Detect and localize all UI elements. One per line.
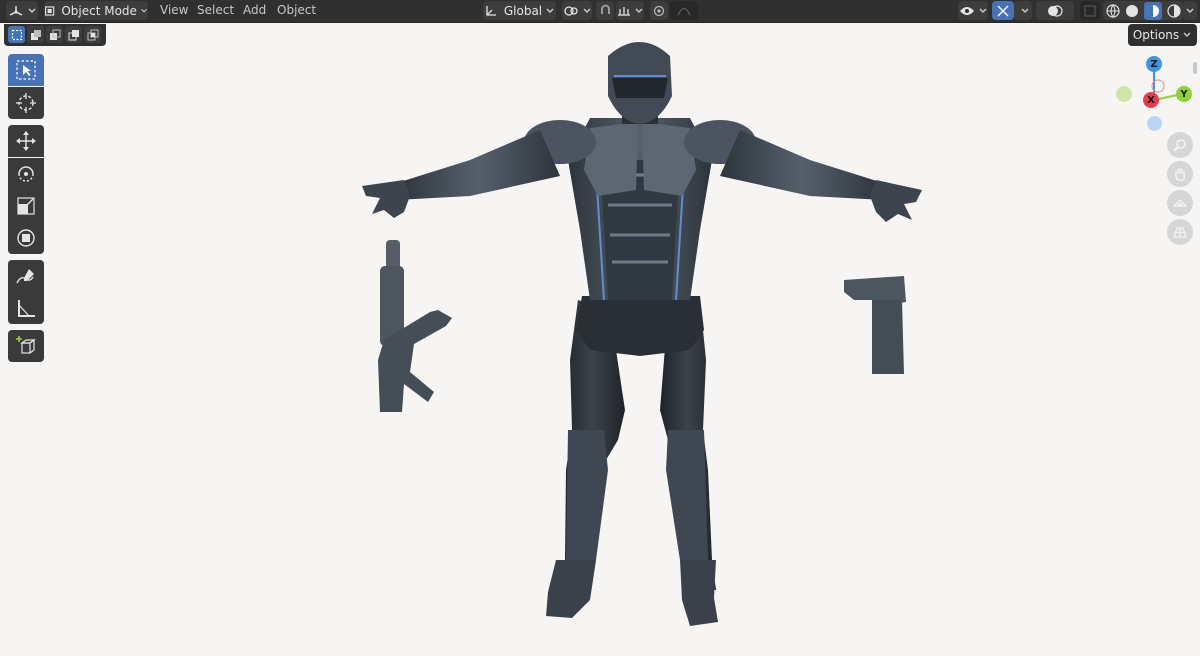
rotate-icon — [18, 166, 34, 182]
camera-view-button[interactable] — [1167, 190, 1193, 216]
proportional-editing-toggle[interactable] — [650, 1, 668, 20]
transform-orientation-dropdown[interactable]: Global — [483, 1, 556, 20]
zoom-icon — [1173, 139, 1186, 152]
snap-target-dropdown[interactable] — [616, 1, 644, 20]
solid-shading-icon[interactable] — [1125, 4, 1139, 18]
material-preview-shading-icon[interactable] — [1143, 1, 1162, 20]
chevron-down-icon — [546, 8, 554, 13]
object-mode-icon — [45, 5, 55, 16]
camera-icon — [1173, 199, 1187, 207]
select-new-button[interactable] — [8, 26, 25, 43]
menu-add[interactable]: Add — [243, 2, 266, 19]
x-axis-handle[interactable]: X — [1143, 92, 1159, 108]
z-axis-label: Z — [1150, 58, 1158, 70]
y-axis-handle[interactable]: Y — [1176, 86, 1192, 102]
tool-measure[interactable] — [8, 292, 44, 324]
overlay-icon — [1048, 4, 1063, 17]
wireframe-shading-icon[interactable] — [1105, 3, 1120, 18]
transform-icon — [17, 229, 35, 247]
chevron-down-icon — [1183, 32, 1191, 37]
3d-viewport-icon — [9, 5, 22, 16]
tool-rotate[interactable] — [8, 158, 44, 190]
perspective-toggle-button[interactable] — [1167, 219, 1193, 245]
proportional-falloff-dropdown[interactable] — [670, 1, 698, 20]
neg-y-axis-handle[interactable] — [1116, 86, 1132, 102]
chevron-down-icon — [28, 8, 35, 13]
scale-icon — [17, 197, 35, 215]
z-axis-handle[interactable]: Z — [1146, 56, 1162, 72]
pivot-icon — [563, 5, 578, 16]
proportional-editing-icon — [653, 5, 665, 16]
xray-toggle[interactable] — [1080, 1, 1100, 20]
subtract-icon — [49, 29, 60, 40]
options-label: Options — [1132, 28, 1180, 42]
viewport-scrollbar[interactable] — [1193, 62, 1197, 74]
viewport-render[interactable] — [0, 0, 1200, 656]
menu-object[interactable]: Object — [277, 2, 316, 19]
editor-type-button[interactable] — [6, 1, 38, 20]
shading-options-dropdown[interactable] — [1183, 1, 1197, 20]
x-axis-label: X — [1147, 94, 1155, 106]
character-model[interactable] — [362, 42, 922, 626]
gizmo-toggle[interactable] — [992, 1, 1014, 20]
orientation-axes-icon — [486, 5, 496, 16]
menu-view[interactable]: View — [160, 2, 188, 19]
chevron-down-icon — [1021, 8, 1028, 13]
zoom-button[interactable] — [1167, 132, 1193, 158]
tool-cursor[interactable] — [8, 87, 44, 119]
viewport-header: Object Mode View Select Add Object Globa… — [0, 0, 1200, 23]
overlay-toggle[interactable] — [1036, 1, 1074, 20]
xray-icon — [1084, 4, 1096, 17]
tool-scale[interactable] — [8, 190, 44, 222]
tool-transform[interactable] — [8, 222, 44, 254]
y-axis-label: Y — [1180, 88, 1188, 100]
rifle-model[interactable] — [378, 240, 452, 412]
mode-dropdown[interactable]: Object Mode — [44, 1, 148, 20]
move-icon — [16, 131, 36, 151]
options-dropdown[interactable]: Options — [1128, 24, 1197, 46]
snap-toggle[interactable] — [596, 1, 614, 20]
visibility-dropdown[interactable] — [958, 1, 988, 20]
tool-add-cube[interactable] — [8, 330, 44, 362]
rendered-shading-icon[interactable] — [1166, 3, 1181, 18]
measure-icon — [18, 300, 35, 317]
tool-select-box[interactable] — [8, 54, 44, 86]
pan-hand-icon — [1175, 168, 1185, 181]
chevron-down-icon — [583, 8, 590, 13]
mode-label: Object Mode — [61, 3, 137, 18]
intersect-selection-button[interactable] — [84, 26, 101, 43]
chevron-down-icon — [979, 8, 986, 13]
pistol-model[interactable] — [844, 276, 906, 374]
invert-selection-button[interactable] — [65, 26, 82, 43]
falloff-curve-icon — [677, 7, 691, 15]
snap-increment-icon — [617, 6, 630, 16]
chevron-down-icon — [1186, 8, 1194, 13]
neg-z-axis-handle[interactable] — [1147, 116, 1162, 131]
tool-annotate[interactable] — [8, 260, 44, 292]
chevron-down-icon — [635, 8, 642, 13]
gizmo-dropdown[interactable] — [1014, 1, 1032, 20]
extend-icon — [30, 29, 41, 40]
cursor-icon — [16, 93, 36, 113]
pivot-point-dropdown[interactable] — [562, 1, 592, 20]
subtract-selection-button[interactable] — [46, 26, 63, 43]
select-new-icon — [11, 29, 22, 40]
annotate-icon — [16, 269, 34, 284]
gizmo-icon — [997, 5, 1009, 16]
pan-button[interactable] — [1167, 161, 1193, 187]
chevron-down-icon — [141, 8, 147, 13]
transform-orientation-label: Global — [503, 3, 543, 18]
shading-mode-group — [1103, 1, 1183, 20]
invert-icon — [68, 29, 79, 40]
grid-perspective-icon — [1173, 227, 1187, 238]
extend-selection-button[interactable] — [27, 26, 44, 43]
menu-select[interactable]: Select — [197, 2, 234, 19]
intersect-icon — [87, 29, 98, 40]
select-box-icon — [16, 60, 36, 80]
magnet-icon — [600, 4, 610, 14]
eye-icon — [959, 6, 974, 15]
tool-move[interactable] — [8, 125, 44, 157]
add-cube-icon — [16, 336, 36, 354]
